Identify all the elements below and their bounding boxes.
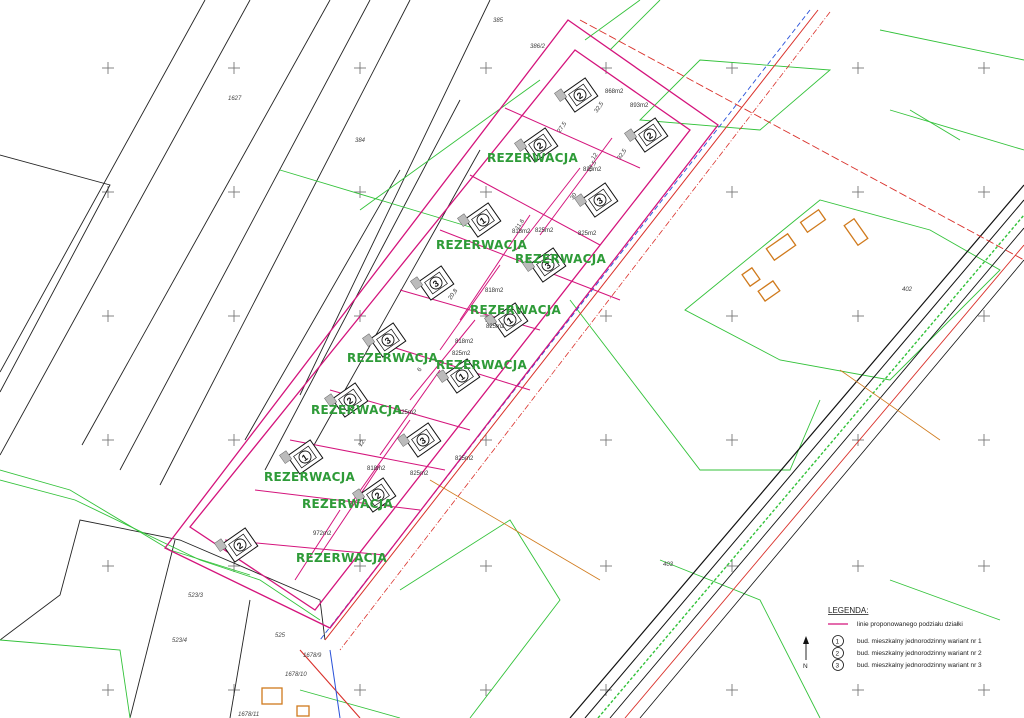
legend-title: LEGENDA:: [828, 606, 868, 615]
lot: 2: [554, 77, 599, 113]
reservation-label: REZERWACJA: [347, 351, 439, 365]
reservation-label: REZERWACJA: [515, 252, 607, 266]
lot-area: 825m2: [410, 471, 429, 477]
reservation-label: REZERWACJA: [296, 551, 388, 565]
lot-area: 818m2: [455, 339, 474, 345]
reservation-label: REZERWACJA: [436, 358, 528, 372]
legend-item-3: 3 bud. mieszkalny jednorodzinny wariant …: [832, 659, 982, 671]
parcel-525: 525: [275, 633, 286, 639]
legend-line-label: linie proponowanego podziału działki: [857, 621, 963, 628]
legend-item-2: 2 bud. mieszkalny jednorodzinny wariant …: [832, 647, 982, 659]
svg-text:2: 2: [836, 651, 840, 658]
reservation-label: REZERWACJA: [436, 238, 528, 252]
lot-division-lines: [224, 107, 641, 581]
garage-hatch: [624, 128, 638, 142]
lot-area: 825m2: [535, 228, 554, 234]
parcel-1678-10: 1678/10: [285, 672, 307, 678]
lot: 1: [457, 202, 502, 238]
parcel-384: 384: [355, 138, 366, 144]
parcel-385: 385: [493, 18, 504, 24]
reservation-label: REZERWACJA: [470, 303, 562, 317]
parcel-1678-9: 1678/9: [303, 653, 322, 659]
dimension-label: 32,5: [594, 101, 606, 115]
parcel-403: 403: [663, 562, 674, 568]
garage-hatch: [279, 450, 293, 464]
lot: 3: [574, 182, 619, 218]
parcel-1627: 1627: [228, 96, 242, 102]
legend: LEGENDA: linie proponowanego podziału dz…: [828, 606, 982, 671]
garage-hatch: [410, 276, 424, 290]
lot-area: 868m2: [605, 89, 624, 95]
parcel-numbers: 385 386/2 1627 384 402 403 523/3 523/4 5…: [172, 18, 913, 718]
garage-hatch: [514, 138, 528, 152]
parcel-1678-11: 1678/11: [238, 712, 259, 718]
svg-text:1: 1: [836, 639, 840, 646]
dimension-label: 6: [417, 366, 424, 373]
existing-house-bottom: [261, 687, 310, 717]
reservation-label: REZERWACJA: [487, 151, 579, 165]
north-arrow-icon: N: [803, 636, 809, 670]
garage-hatch: [362, 333, 376, 347]
lot-area: 818m2: [512, 229, 531, 235]
lot-area: 972m2: [313, 531, 332, 537]
lot-area: 893m2: [630, 103, 649, 109]
legend-item-3-label: bud. mieszkalny jednorodzinny wariant nr…: [857, 662, 982, 669]
existing-buildings: [741, 208, 869, 302]
reservation-label: REZERWACJA: [311, 403, 403, 417]
svg-text:3: 3: [836, 663, 840, 670]
dimension-label: 27,5: [557, 121, 569, 135]
legend-item-1-label: bud. mieszkalny jednorodzinny wariant nr…: [857, 638, 982, 645]
garage-hatch: [554, 88, 568, 102]
lot: 3: [397, 422, 442, 458]
garage-hatch: [457, 213, 471, 227]
lot: 2: [214, 527, 259, 563]
reservation-label: REZERWACJA: [264, 470, 356, 484]
parcel-523-4: 523/4: [172, 638, 188, 644]
lot-area: 818m2: [367, 466, 386, 472]
north-label: N: [803, 663, 808, 670]
lot-area: 818m2: [485, 288, 504, 294]
parcel-402: 402: [902, 287, 913, 293]
legend-item-2-label: bud. mieszkalny jednorodzinny wariant nr…: [857, 650, 982, 657]
dimension-label: 20,8: [448, 288, 460, 302]
dimension-label: 12: [591, 152, 600, 161]
lot-area: 825m2: [455, 456, 474, 462]
dimension-label: 32,5: [617, 148, 629, 162]
reservation-label: REZERWACJA: [302, 497, 394, 511]
parcel-523-3: 523/3: [188, 593, 204, 599]
site-plan-map: 2 868m22893m22825m2REZERWACJA3825m21818m2…: [0, 0, 1024, 718]
parcel-386-2: 386/2: [530, 44, 546, 50]
legend-item-1: 1 bud. mieszkalny jednorodzinny wariant …: [832, 635, 982, 647]
lot-area: 825m2: [452, 351, 471, 357]
lot-area: 825m2: [486, 324, 505, 330]
lot-area: 825m2: [578, 231, 597, 237]
